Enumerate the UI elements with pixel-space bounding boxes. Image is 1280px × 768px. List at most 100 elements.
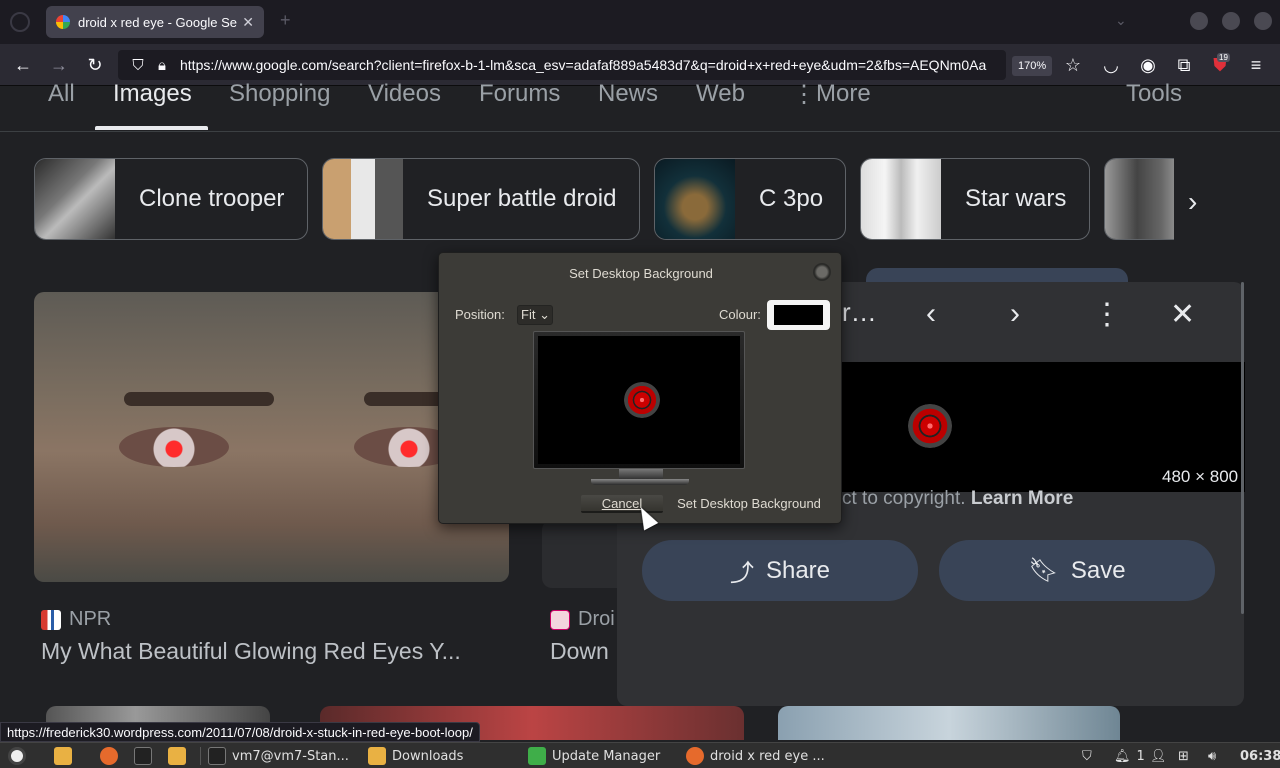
- new-tab-icon[interactable]: +: [280, 10, 291, 31]
- pocket-icon[interactable]: ◡: [1098, 52, 1124, 78]
- tab-web[interactable]: Web: [696, 80, 745, 108]
- save-button[interactable]: 🔖︎ Save: [939, 540, 1215, 601]
- position-value: Fit: [521, 307, 536, 322]
- previous-image-icon[interactable]: ‹: [926, 297, 936, 331]
- dialog-close-icon[interactable]: [813, 263, 831, 281]
- chip-clone-trooper[interactable]: Clone trooper: [34, 158, 308, 240]
- taskbar-downloads-window[interactable]: Downloads: [368, 746, 463, 766]
- result-title[interactable]: My What Beautiful Glowing Red Eyes Y...: [41, 638, 461, 665]
- tab-tools[interactable]: Tools: [1126, 80, 1182, 108]
- chevron-right-icon[interactable]: ›: [1188, 186, 1197, 218]
- monitor-stand: [619, 469, 663, 479]
- preview-title[interactable]: r…: [842, 297, 877, 328]
- window-label: vm7@vm7-Stan...: [232, 748, 349, 764]
- taskbar-firefox-window[interactable]: droid x red eye ...: [686, 746, 825, 766]
- result-image[interactable]: [778, 706, 1120, 740]
- account-icon[interactable]: ◉: [1135, 52, 1161, 78]
- tray-user[interactable]: 👤︎: [1150, 746, 1167, 766]
- files-launcher-2[interactable]: [168, 746, 186, 766]
- chip-label: Clone trooper: [139, 185, 285, 212]
- user-icon: 👤︎: [1150, 748, 1167, 764]
- folder-icon: [368, 747, 386, 765]
- chip-partial[interactable]: [1104, 158, 1174, 240]
- chip-label: C 3po: [759, 185, 824, 212]
- folder-icon: [168, 747, 186, 765]
- monitor-base: [591, 479, 689, 485]
- browser-tab[interactable]: droid x red eye - Google Se ✕: [46, 6, 264, 38]
- firefox-icon: [100, 747, 118, 765]
- list-all-tabs-icon[interactable]: ⌄: [1115, 12, 1127, 29]
- chip-super-battle-droid[interactable]: Super battle droid: [322, 158, 640, 240]
- close-window-icon[interactable]: [1254, 12, 1272, 30]
- close-preview-icon[interactable]: ✕: [1170, 297, 1195, 332]
- taskbar-update-manager[interactable]: Update Manager: [528, 746, 660, 766]
- tab-images[interactable]: Images: [113, 80, 192, 108]
- terminal-icon: [134, 747, 152, 765]
- colour-button[interactable]: [767, 300, 830, 330]
- position-select[interactable]: Fit ⌄: [517, 305, 553, 325]
- firefox-launcher[interactable]: [100, 746, 118, 766]
- tab-close-icon[interactable]: ✕: [242, 14, 254, 31]
- result-title[interactable]: Down: [550, 638, 609, 665]
- tab-news[interactable]: News: [598, 80, 658, 108]
- set-desktop-background-dialog: Set Desktop Background Position: Fit ⌄ C…: [438, 252, 842, 524]
- minimize-icon[interactable]: [1190, 12, 1208, 30]
- chip-c-3po[interactable]: C 3po: [654, 158, 846, 240]
- tray-shield[interactable]: ⛉: [1082, 746, 1092, 766]
- menu-icon[interactable]: ≡: [1243, 52, 1269, 78]
- tray-notifications[interactable]: 🔔︎ 1: [1114, 746, 1145, 766]
- panel-scrollbar[interactable]: [1241, 282, 1244, 614]
- chip-star-wars[interactable]: Star wars: [860, 158, 1090, 240]
- save-label: Save: [1070, 556, 1126, 584]
- extensions-icon[interactable]: ⧉: [1171, 52, 1197, 78]
- more-options-icon[interactable]: ⋮: [1092, 297, 1122, 332]
- result-source[interactable]: NPR: [41, 608, 111, 631]
- url-text[interactable]: https://www.google.com/search?client=fir…: [180, 57, 1006, 73]
- bookmark-star-icon[interactable]: ☆: [1060, 52, 1086, 78]
- colour-swatch: [774, 305, 823, 325]
- extension-badge: 19: [1217, 53, 1230, 62]
- position-label: Position:: [455, 307, 505, 322]
- google-favicon-icon: [56, 15, 70, 29]
- back-icon[interactable]: ←: [10, 52, 36, 78]
- set-desktop-background-button[interactable]: Set Desktop Background: [673, 495, 825, 513]
- files-launcher[interactable]: [54, 746, 72, 766]
- tray-volume[interactable]: 🔊︎: [1208, 746, 1216, 766]
- dialog-title: Set Desktop Background: [569, 266, 713, 281]
- taskbar: vm7@vm7-Stan... Downloads Update Manager…: [0, 742, 1280, 768]
- tray-network[interactable]: ⊞: [1178, 746, 1189, 766]
- bookmark-icon: 🔖︎: [1028, 557, 1059, 584]
- clock[interactable]: 06:38: [1240, 746, 1280, 766]
- share-icon: ⤴: [729, 560, 754, 587]
- lock-icon[interactable]: 🔒︎: [150, 57, 174, 74]
- terminal-launcher[interactable]: [134, 746, 152, 766]
- mint-menu-icon[interactable]: [8, 746, 26, 766]
- result-source[interactable]: Droi: [550, 608, 615, 631]
- learn-more-link[interactable]: Learn More: [971, 488, 1073, 509]
- red-eye-image: [624, 382, 660, 418]
- shield-icon: [528, 747, 546, 765]
- chevron-down-icon: ⌄: [535, 307, 550, 322]
- tab-videos[interactable]: Videos: [368, 80, 441, 108]
- tab-shopping[interactable]: Shopping: [229, 80, 330, 108]
- shield-tray-icon: ⛉: [1082, 748, 1092, 764]
- source-name: Droi: [578, 608, 615, 630]
- chip-thumbnail: [861, 159, 941, 239]
- tab-more[interactable]: More: [816, 80, 871, 108]
- url-bar[interactable]: ⛉ 🔒︎ https://www.google.com/search?clien…: [118, 50, 1006, 80]
- chip-label: Star wars: [965, 185, 1067, 212]
- tab-all[interactable]: All: [48, 80, 75, 108]
- tab-forums[interactable]: Forums: [479, 80, 560, 108]
- next-image-icon[interactable]: ›: [1010, 297, 1020, 331]
- tab-title: droid x red eye - Google Se: [78, 14, 237, 30]
- reload-icon[interactable]: ↻: [82, 52, 108, 78]
- firefox-view-icon[interactable]: [10, 12, 30, 32]
- tracking-shield-icon[interactable]: ⛉: [126, 57, 150, 74]
- maximize-icon[interactable]: [1222, 12, 1240, 30]
- more-dots-icon[interactable]: ⋮: [792, 80, 816, 109]
- taskbar-terminal-window[interactable]: vm7@vm7-Stan...: [208, 746, 349, 766]
- zoom-level[interactable]: 170%: [1012, 56, 1053, 76]
- chip-thumbnail: [655, 159, 735, 239]
- forward-icon[interactable]: →: [46, 52, 72, 78]
- share-button[interactable]: ⤴ Share: [642, 540, 918, 601]
